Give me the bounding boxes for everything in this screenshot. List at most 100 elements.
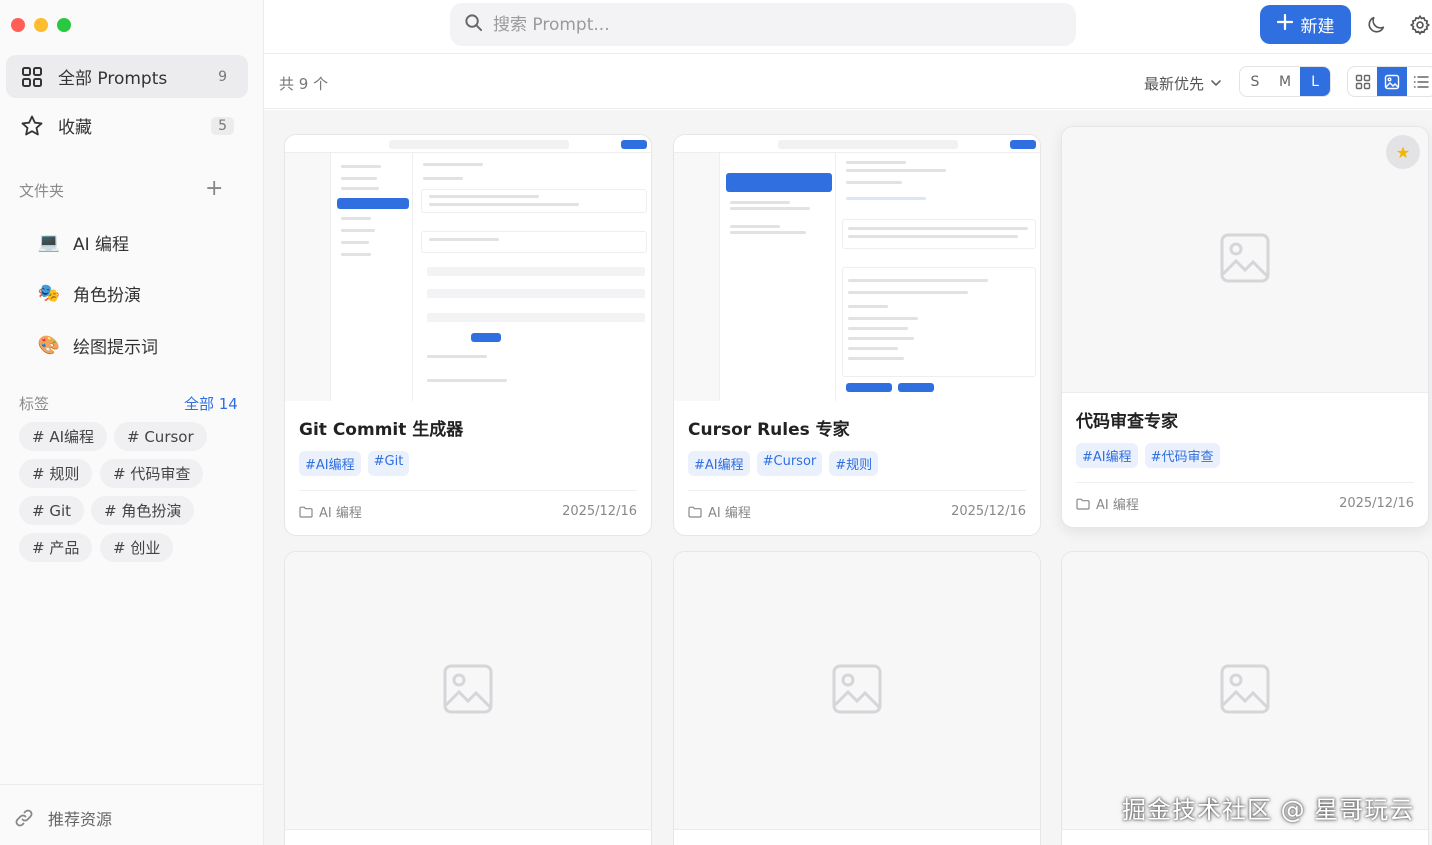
card-preview-image	[674, 135, 1040, 401]
folder-icon	[1076, 498, 1090, 510]
search-icon	[464, 13, 483, 36]
grid-icon	[20, 65, 44, 89]
list-view-icon[interactable]	[1407, 67, 1432, 96]
prompt-card[interactable]	[673, 551, 1041, 845]
folder-icon	[688, 506, 702, 518]
laptop-icon: 💻	[37, 232, 61, 253]
prompt-card[interactable]: Cursor Rules 专家 #AI编程 #Cursor #规则 AI 编程 …	[673, 134, 1041, 536]
grid-view-icon[interactable]	[1348, 67, 1377, 96]
sort-label: 最新优先	[1144, 75, 1205, 93]
sort-dropdown[interactable]: 最新优先	[1144, 73, 1222, 94]
card-date: 2025/12/16	[562, 504, 637, 519]
card-date: 2025/12/16	[951, 504, 1026, 519]
card-tag[interactable]: #Cursor	[756, 451, 823, 476]
sidebar-item-all-prompts[interactable]: 全部 Prompts 9	[6, 55, 248, 98]
sidebar: 全部 Prompts 9 收藏 5 文件夹 + 💻 AI 编程 🎭 角色扮演 🎨…	[0, 0, 264, 845]
tag-product[interactable]: # 产品	[19, 533, 93, 562]
image-placeholder-icon	[1219, 663, 1271, 719]
folder-drawing-prompts[interactable]: 🎨 绘图提示词	[38, 333, 158, 358]
app-screenshot-preview	[674, 135, 1040, 401]
card-tags: #AI编程 #Git	[299, 451, 637, 476]
top-bar: 新建	[264, 0, 1432, 54]
count-badge: 5	[211, 116, 234, 135]
add-folder-button[interactable]: +	[205, 178, 223, 200]
card-tag[interactable]: #AI编程	[688, 451, 750, 476]
card-title: 代码审查专家	[1076, 412, 1178, 432]
new-button-label: 新建	[1300, 17, 1335, 37]
tag-ai-programming[interactable]: # AI编程	[19, 422, 108, 451]
card-size-toggle: S M L	[1239, 66, 1331, 97]
folders-heading: 文件夹	[19, 182, 65, 200]
palette-icon: 🎨	[37, 335, 61, 356]
card-tag[interactable]: #代码审查	[1144, 443, 1220, 468]
star-filled-icon: ★	[1395, 142, 1411, 162]
image-placeholder-icon	[1219, 232, 1271, 288]
card-tag[interactable]: #规则	[829, 451, 879, 476]
watermark-text: 掘金技术社区 @ 星哥玩云	[1122, 796, 1415, 824]
card-preview-image	[1062, 552, 1428, 830]
card-preview-image	[285, 552, 651, 830]
card-folder: AI 编程	[708, 506, 751, 521]
card-title: Cursor Rules 专家	[688, 420, 850, 440]
image-placeholder-icon	[831, 663, 883, 719]
search-box[interactable]	[450, 3, 1076, 46]
gear-icon[interactable]	[1409, 14, 1431, 36]
app-window: 全部 Prompts 9 收藏 5 文件夹 + 💻 AI 编程 🎭 角色扮演 🎨…	[0, 0, 1432, 845]
size-s-button[interactable]: S	[1240, 67, 1270, 96]
size-l-button[interactable]: L	[1300, 67, 1330, 96]
star-icon	[20, 114, 44, 138]
card-meta: AI 编程 2025/12/16	[688, 490, 1026, 535]
tag-git[interactable]: # Git	[19, 496, 85, 525]
plus-icon	[1276, 13, 1293, 35]
tag-cursor[interactable]: # Cursor	[114, 422, 207, 451]
new-prompt-button[interactable]: 新建	[1260, 5, 1351, 44]
card-meta: AI 编程 2025/12/16	[1076, 482, 1414, 527]
maximize-window-button[interactable]	[57, 18, 71, 32]
tag-code-review[interactable]: # 代码审查	[100, 459, 204, 488]
all-tags-link[interactable]: 全部 14	[184, 393, 238, 414]
recommend-resources-link[interactable]: 推荐资源	[14, 806, 112, 830]
prompt-card[interactable]: Git Commit 生成器 #AI编程 #Git AI 编程 2025/12/…	[284, 134, 652, 536]
card-date: 2025/12/16	[1339, 496, 1414, 511]
search-input[interactable]	[493, 14, 1013, 35]
card-title: Git Commit 生成器	[299, 420, 464, 440]
tag-startup[interactable]: # 创业	[100, 533, 174, 562]
size-m-button[interactable]: M	[1270, 67, 1300, 96]
count-badge: 9	[218, 68, 227, 85]
tag-roleplay[interactable]: # 角色扮演	[91, 496, 195, 525]
tag-rules[interactable]: # 规则	[19, 459, 93, 488]
card-meta: AI 编程 2025/12/16	[299, 490, 637, 535]
card-tag[interactable]: #Git	[367, 451, 410, 476]
minimize-window-button[interactable]	[34, 18, 48, 32]
total-count: 共 9 个	[279, 75, 329, 93]
sidebar-item-label: 收藏	[58, 118, 92, 138]
card-preview-image	[285, 135, 651, 401]
sidebar-item-favorites[interactable]: 收藏 5	[6, 104, 248, 147]
close-window-button[interactable]	[11, 18, 25, 32]
folder-roleplay[interactable]: 🎭 角色扮演	[38, 281, 141, 306]
folder-label: AI 编程	[73, 235, 130, 255]
image-view-icon[interactable]	[1377, 67, 1407, 96]
card-preview-image	[674, 552, 1040, 830]
card-tag[interactable]: #AI编程	[299, 451, 361, 476]
sidebar-item-label: 全部 Prompts	[58, 69, 168, 89]
card-tags: #AI编程 #Cursor #规则	[688, 451, 1026, 476]
card-folder: AI 编程	[1096, 498, 1139, 513]
card-tags: #AI编程 #代码审查	[1076, 443, 1414, 468]
prompt-card[interactable]: ★ 代码审查专家 #AI编程 #代码审查 AI 编程 2025/12/16	[1061, 126, 1429, 528]
window-controls	[11, 18, 71, 32]
favorite-star-button[interactable]: ★	[1386, 135, 1420, 169]
moon-icon[interactable]	[1365, 14, 1387, 36]
folder-label: 角色扮演	[73, 286, 141, 306]
folder-icon	[299, 506, 313, 518]
card-tag[interactable]: #AI编程	[1076, 443, 1138, 468]
chevron-down-icon	[1210, 75, 1222, 93]
folder-ai-programming[interactable]: 💻 AI 编程	[38, 230, 129, 255]
masks-icon: 🎭	[37, 283, 61, 304]
list-toolbar: 共 9 个 最新优先 S M L	[264, 55, 1432, 109]
card-folder: AI 编程	[319, 506, 362, 521]
prompt-card[interactable]	[284, 551, 652, 845]
link-icon	[14, 808, 34, 828]
main-content: 新建 共 9 个 最新优先 S M L	[264, 0, 1432, 845]
tags-heading: 标签	[19, 395, 50, 413]
